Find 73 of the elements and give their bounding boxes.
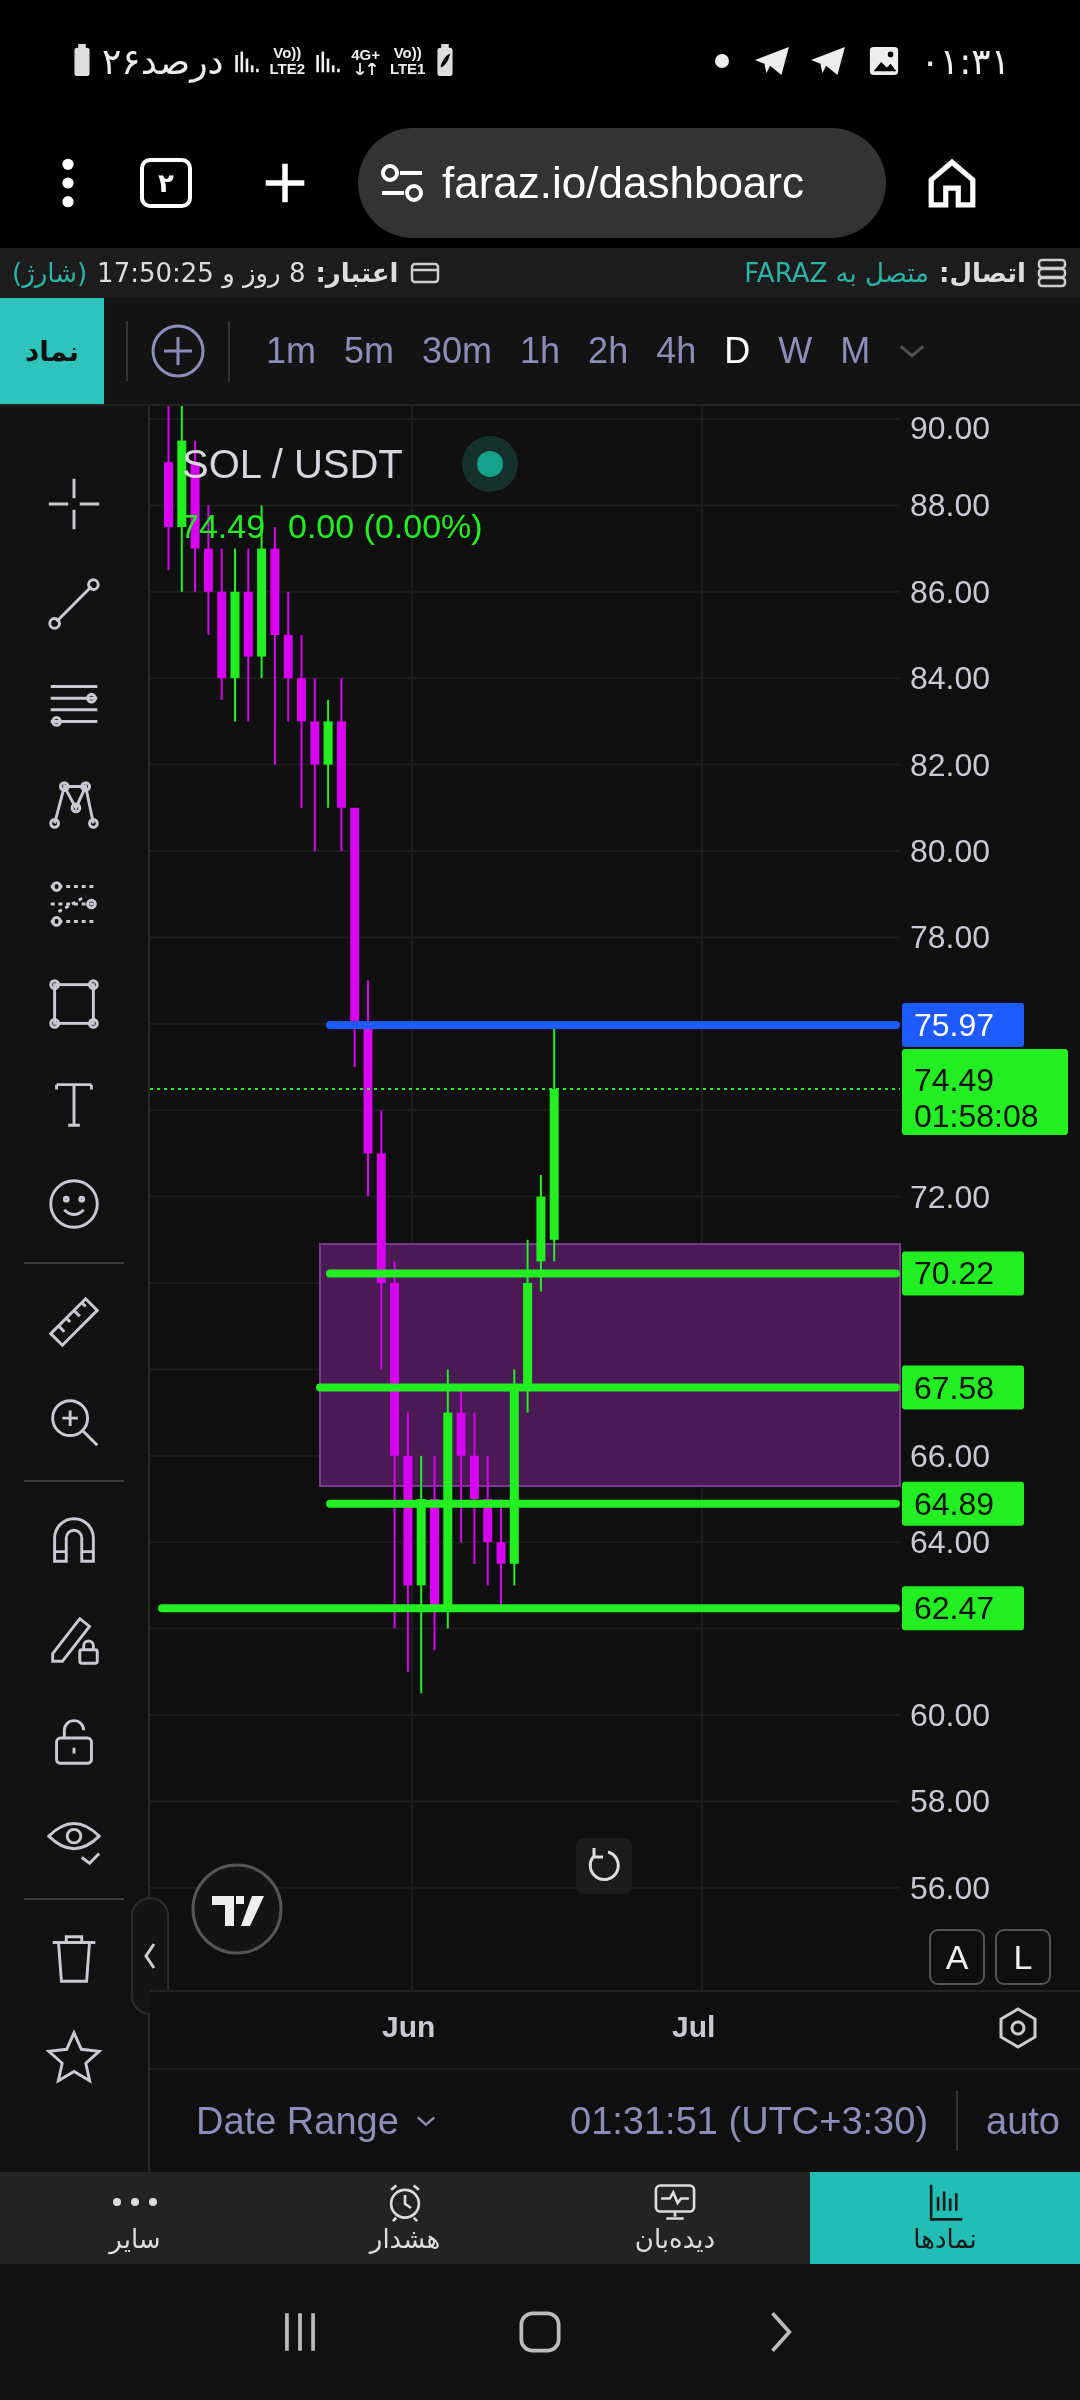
status-dot-icon <box>462 436 518 492</box>
current-price: 74.49 <box>914 1062 995 1099</box>
tab-count-button[interactable]: ۲ <box>140 158 192 208</box>
interval-tab[interactable]: 4h <box>642 330 711 372</box>
charge-link[interactable]: (شارژ) <box>12 258 88 288</box>
price-axis-label: 84.00 <box>910 660 991 697</box>
battery-percentage: ۲۶درصد <box>102 40 224 82</box>
price-axis-label: 78.00 <box>910 919 991 956</box>
interval-tab[interactable]: 1m <box>252 330 330 372</box>
connection-label: اتصال: <box>939 258 1026 288</box>
price-axis-label: 66.00 <box>910 1437 991 1474</box>
interval-tab[interactable]: 5m <box>330 330 409 372</box>
chevron-down-icon <box>414 2114 437 2128</box>
interval-tab[interactable]: M <box>826 330 885 372</box>
price-axis-label: 86.00 <box>910 573 991 610</box>
date-range-dropdown[interactable]: Date Range <box>196 2099 437 2143</box>
level-price: 70.22 <box>914 1255 995 1292</box>
chart-clock[interactable]: 01:31:51 (UTC+3:30) <box>570 2099 929 2143</box>
price-axis-label: 80.00 <box>910 833 991 869</box>
interval-tab[interactable]: 30m <box>408 330 507 372</box>
level-price: 64.89 <box>914 1485 995 1522</box>
auto-scale-button[interactable]: auto <box>986 2099 1060 2143</box>
network-label: Vo)) <box>393 45 422 61</box>
price-axis-label: 58.00 <box>910 1783 991 1820</box>
interval-tab[interactable]: 1h <box>506 330 575 372</box>
credit-label: اعتبار: <box>315 258 399 288</box>
price-axis-label: 90.00 <box>910 410 991 446</box>
battery-saver-icon <box>435 44 456 78</box>
price-axis-label: 56.00 <box>910 1869 991 1906</box>
add-icon[interactable] <box>150 323 206 379</box>
connection-status: متصل به FARAZ <box>744 258 929 288</box>
url-text: faraz.io/dashboarc <box>442 158 804 208</box>
level-price: 62.47 <box>914 1590 995 1627</box>
chart-logo-icon[interactable] <box>191 1863 283 1955</box>
symbol-button[interactable]: نماد <box>0 298 104 404</box>
more-icon <box>112 2197 158 2207</box>
level-price: 67.58 <box>914 1369 995 1406</box>
network-label: LTE2 <box>269 61 306 77</box>
notification-dot-icon <box>714 54 729 68</box>
address-bar[interactable]: faraz.io/dashboarc <box>358 128 886 238</box>
data-arrows-icon <box>353 63 378 75</box>
chevron-down-icon[interactable] <box>898 343 927 359</box>
network-label: 4G+ <box>351 47 380 63</box>
price-axis-label: 88.00 <box>910 487 991 524</box>
scale-button[interactable] <box>995 1929 1051 1985</box>
scale-button-label: A <box>945 1938 969 1976</box>
interval-tab[interactable]: W <box>764 330 827 372</box>
credit-value: 8 روز و 17:50:25 <box>97 258 306 288</box>
network-label: Vo)) <box>273 45 302 61</box>
price-axis-label: 64.00 <box>910 1524 991 1561</box>
price-axis-label: 60.00 <box>910 1697 991 1733</box>
nav-tab[interactable]: سایر <box>0 2172 270 2264</box>
home-icon[interactable] <box>926 157 978 209</box>
price-axis-label: 72.00 <box>910 1178 991 1215</box>
scale-button-label: L <box>1013 1938 1033 1976</box>
bar-countdown: 01:58:08 <box>914 1098 1039 1135</box>
date-axis-label: Jul <box>672 2010 716 2044</box>
price-change: 0.00 (0.00%) <box>288 507 483 545</box>
battery-icon <box>72 44 92 78</box>
interval-tab[interactable]: 2h <box>574 330 643 372</box>
scale-button[interactable] <box>929 1929 985 1985</box>
network-label: LTE1 <box>389 61 426 77</box>
level-price: 75.97 <box>914 1007 995 1044</box>
date-axis-label: Jun <box>382 2010 436 2044</box>
site-settings-icon[interactable] <box>380 163 424 203</box>
clock: ۰۱:۳۱ <box>920 40 1010 82</box>
interval-tab[interactable]: D <box>710 330 765 372</box>
price-axis-label: 82.00 <box>910 746 991 783</box>
server-icon <box>1036 257 1068 289</box>
nav-tab[interactable]: نمادها <box>810 2172 1080 2264</box>
nav-tab[interactable]: هشدار <box>270 2172 540 2264</box>
nav-tab[interactable]: دیده‌بان <box>540 2172 810 2264</box>
reset-icon[interactable] <box>576 1838 632 1894</box>
